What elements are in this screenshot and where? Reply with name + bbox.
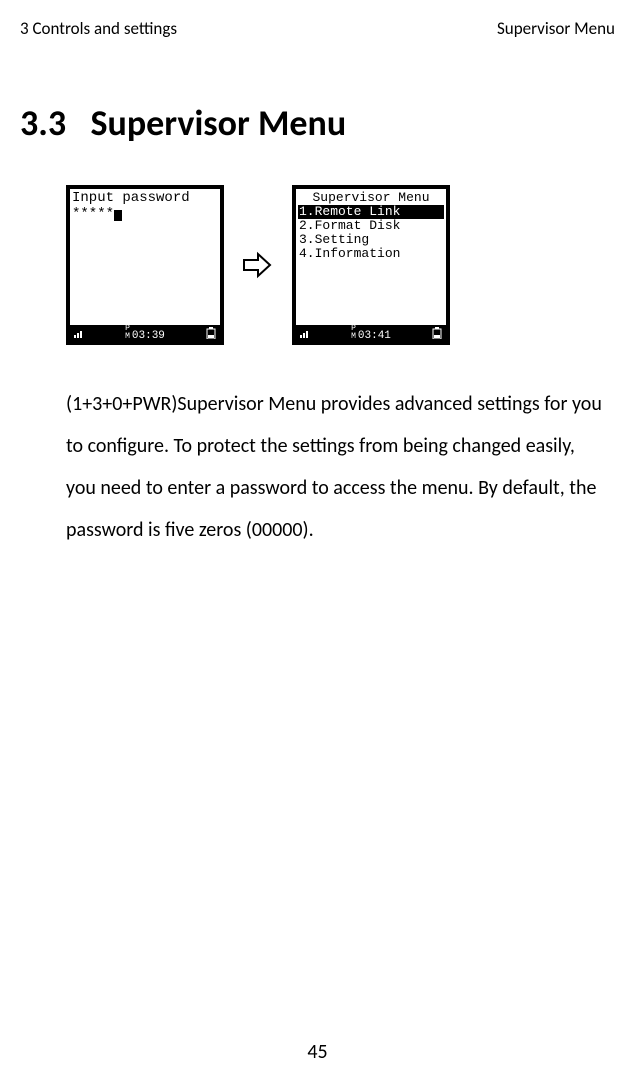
menu-item-information: 4.Information: [298, 247, 444, 261]
lcd-screen-menu: Supervisor Menu 1.Remote Link 2.Format D…: [292, 185, 450, 345]
status-pm: PM: [351, 325, 356, 341]
screenshot-row: Input password ***** PM03:39 Supervisor …: [20, 185, 615, 345]
section-name: Supervisor Menu: [91, 101, 347, 145]
header-left: 3 Controls and settings: [20, 18, 177, 39]
password-prompt: Input password: [72, 191, 218, 205]
battery-icon: [206, 327, 216, 339]
password-input-line: *****: [72, 207, 218, 221]
status-time: 03:41: [358, 330, 391, 342]
screen-body: Supervisor Menu 1.Remote Link 2.Format D…: [296, 189, 446, 325]
cursor-icon: [114, 210, 122, 221]
status-bar: PM03:39: [70, 325, 220, 341]
section-title: 3.3 Supervisor Menu: [20, 101, 615, 145]
section-number: 3.3: [20, 101, 66, 145]
status-time: 03:39: [132, 330, 165, 342]
battery-icon: [432, 327, 442, 339]
lcd-screen-password: Input password ***** PM03:39: [66, 185, 224, 345]
status-pm: PM: [125, 325, 130, 341]
page-header: 3 Controls and settings Supervisor Menu: [20, 18, 615, 39]
menu-title: Supervisor Menu: [298, 191, 444, 205]
signal-icon: [300, 327, 310, 339]
body-paragraph: (1+3+0+PWR)Supervisor Menu provides adva…: [20, 383, 615, 551]
signal-icon: [74, 327, 84, 339]
status-time-container: PM03:39: [125, 325, 165, 342]
screen-body: Input password *****: [70, 189, 220, 325]
status-bar: PM03:41: [296, 325, 446, 341]
arrow-icon: [240, 251, 276, 279]
menu-item-remote-link: 1.Remote Link: [298, 205, 444, 219]
page-number: 45: [0, 1040, 635, 1064]
header-right: Supervisor Menu: [497, 18, 615, 39]
menu-item-setting: 3.Setting: [298, 233, 444, 247]
status-time-container: PM03:41: [351, 325, 391, 342]
menu-item-format-disk: 2.Format Disk: [298, 219, 444, 233]
password-masked: *****: [72, 206, 114, 222]
